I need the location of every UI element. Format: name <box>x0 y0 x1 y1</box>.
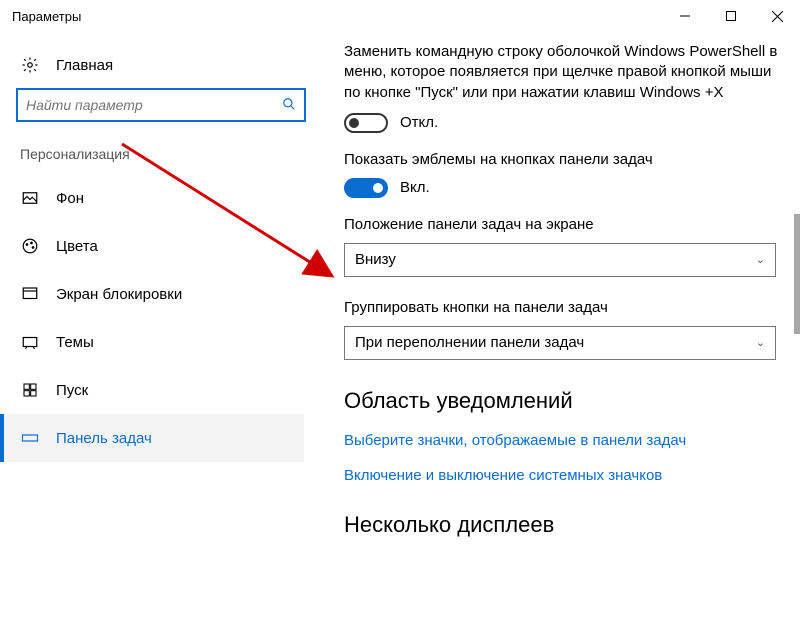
taskbar-icon <box>20 429 40 447</box>
maximize-button[interactable] <box>708 0 754 32</box>
sidebar-section-label: Персонализация <box>16 146 304 174</box>
search-input[interactable] <box>26 97 282 113</box>
sidebar-item-themes[interactable]: Темы <box>0 318 304 366</box>
sidebar-item-label: Темы <box>56 334 94 351</box>
powershell-description: Заменить командную строку оболочкой Wind… <box>344 42 780 103</box>
gear-icon <box>20 56 40 74</box>
search-icon <box>282 97 296 114</box>
sidebar-item-label: Пуск <box>56 382 88 399</box>
sidebar-item-label: Панель задач <box>56 430 152 447</box>
scrollbar-thumb[interactable] <box>794 214 800 334</box>
group-label: Группировать кнопки на панели задач <box>344 299 780 316</box>
chevron-down-icon: ⌄ <box>756 253 765 266</box>
sidebar-item-background[interactable]: Фон <box>0 174 304 222</box>
badges-toggle-row: Вкл. <box>344 178 780 198</box>
position-label: Положение панели задач на экране <box>344 216 780 233</box>
toggle-on-label: Вкл. <box>400 179 430 196</box>
lockscreen-icon <box>20 285 40 303</box>
notification-area-heading: Область уведомлений <box>344 388 780 414</box>
powershell-toggle-row: Откл. <box>344 113 780 133</box>
taskbar-position-dropdown[interactable]: Внизу ⌄ <box>344 243 776 277</box>
badges-label: Показать эмблемы на кнопках панели задач <box>344 151 780 168</box>
close-button[interactable] <box>754 0 800 32</box>
sidebar-home[interactable]: Главная <box>16 50 304 88</box>
group-buttons-dropdown[interactable]: При переполнении панели задач ⌄ <box>344 326 776 360</box>
search-input-container[interactable] <box>16 88 306 122</box>
titlebar: Параметры <box>0 0 800 32</box>
toggle-off-label: Откл. <box>400 114 438 131</box>
picture-icon <box>20 189 40 207</box>
sidebar-item-lockscreen[interactable]: Экран блокировки <box>0 270 304 318</box>
sidebar-item-label: Цвета <box>56 238 98 255</box>
start-icon <box>20 382 40 398</box>
sidebar-item-taskbar[interactable]: Панель задач <box>0 414 304 462</box>
palette-icon <box>20 237 40 255</box>
main-layout: Главная Персонализация Фон Цвета Э <box>0 32 800 626</box>
multi-displays-heading: Несколько дисплеев <box>344 512 780 538</box>
chevron-down-icon: ⌄ <box>756 336 765 349</box>
sidebar: Главная Персонализация Фон Цвета Э <box>0 32 320 626</box>
powershell-toggle[interactable] <box>344 113 388 133</box>
window-controls <box>662 0 800 32</box>
toggle-knob <box>349 118 359 128</box>
sidebar-item-label: Фон <box>56 190 84 207</box>
select-taskbar-icons-link[interactable]: Выберите значки, отображаемые в панели з… <box>344 432 780 449</box>
content-pane: Заменить командную строку оболочкой Wind… <box>320 32 800 626</box>
themes-icon <box>20 333 40 351</box>
sidebar-item-colors[interactable]: Цвета <box>0 222 304 270</box>
system-icons-link[interactable]: Включение и выключение системных значков <box>344 467 780 484</box>
window-title: Параметры <box>12 9 662 24</box>
sidebar-item-start[interactable]: Пуск <box>0 366 304 414</box>
toggle-knob <box>373 183 383 193</box>
badges-toggle[interactable] <box>344 178 388 198</box>
dropdown-value: Внизу <box>355 251 396 268</box>
sidebar-item-label: Экран блокировки <box>56 286 182 303</box>
minimize-button[interactable] <box>662 0 708 32</box>
dropdown-value: При переполнении панели задач <box>355 334 584 351</box>
sidebar-home-label: Главная <box>56 57 113 74</box>
